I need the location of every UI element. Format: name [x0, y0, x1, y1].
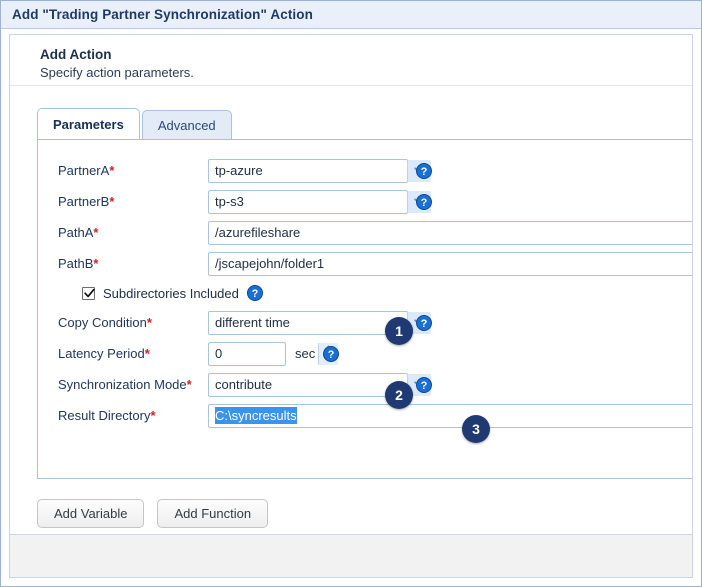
add-function-button[interactable]: Add Function — [157, 499, 269, 528]
svg-text:?: ? — [421, 197, 428, 209]
required-marker: * — [150, 408, 156, 423]
row-path-b: PathB* /jscapejohn/folder1 — [38, 248, 692, 279]
control-partner-a: tp-azure ? — [208, 158, 432, 183]
dialog-title: Add "Trading Partner Synchronization" Ac… — [12, 7, 313, 22]
required-marker: * — [144, 346, 150, 361]
row-partner-b: PartnerB* tp-s3 ? — [38, 186, 692, 217]
label-copy-condition-text: Copy Condition — [58, 315, 147, 330]
label-synchronization-mode-text: Synchronization Mode — [58, 377, 187, 392]
synchronization-mode-select[interactable]: contribute — [208, 372, 408, 397]
label-result-directory: Result Directory* — [38, 408, 208, 423]
row-synchronization-mode: Synchronization Mode* contribute ? — [38, 369, 692, 400]
control-result-directory: C:\syncresults — [208, 403, 692, 428]
label-partner-b: PartnerB* — [38, 194, 208, 209]
callout-badge-2: 2 — [385, 381, 413, 409]
tab-strip: Parameters Advanced — [37, 108, 234, 139]
label-path-a-text: PathA — [58, 225, 94, 240]
required-marker: * — [186, 377, 192, 392]
content-panel: Add Action Specify action parameters. Pa… — [9, 34, 693, 542]
svg-text:?: ? — [421, 166, 428, 178]
svg-text:?: ? — [251, 288, 258, 300]
required-marker: * — [109, 194, 115, 209]
row-path-a: PathA* /azurefileshare — [38, 217, 692, 248]
svg-text:?: ? — [421, 318, 428, 330]
tab-parameters[interactable]: Parameters — [37, 108, 140, 139]
row-partner-a: PartnerA* tp-azure ? — [38, 155, 692, 186]
result-directory-input[interactable]: C:\syncresults — [208, 403, 692, 428]
required-marker: * — [146, 315, 152, 330]
callout-badge-3: 3 — [462, 415, 490, 443]
help-icon[interactable]: ? — [323, 345, 340, 362]
form-action-buttons: Add Variable Add Function — [37, 499, 269, 528]
add-action-dialog: Add "Trading Partner Synchronization" Ac… — [0, 0, 702, 587]
panel-header: Add Action Specify action parameters. — [10, 35, 692, 86]
callout-badge-1: 1 — [385, 317, 413, 345]
help-icon[interactable]: ? — [246, 285, 263, 301]
svg-text:?: ? — [328, 349, 335, 361]
partner-a-select[interactable]: tp-azure — [208, 158, 408, 183]
label-partner-a: PartnerA* — [38, 163, 208, 178]
tab-panel-parameters: PartnerA* tp-azure ? PartnerB* tp-s3 ? P… — [37, 139, 692, 479]
row-result-directory: Result Directory* C:\syncresults — [38, 400, 692, 431]
label-latency-period-text: Latency Period — [58, 346, 145, 361]
label-path-b: PathB* — [38, 256, 208, 271]
help-icon[interactable]: ? — [416, 193, 432, 210]
required-marker: * — [93, 256, 99, 271]
required-marker: * — [93, 225, 99, 240]
row-latency-period: Latency Period* 0 sec ? — [38, 338, 692, 369]
dialog-footer — [9, 534, 693, 578]
label-synchronization-mode: Synchronization Mode* — [38, 377, 208, 392]
latency-period-unit: sec — [295, 346, 316, 361]
control-path-b: /jscapejohn/folder1 — [208, 251, 692, 276]
add-variable-button[interactable]: Add Variable — [37, 499, 145, 528]
dialog-titlebar: Add "Trading Partner Synchronization" Ac… — [1, 1, 701, 29]
help-icon[interactable]: ? — [416, 162, 432, 179]
check-icon — [84, 288, 95, 297]
label-path-a: PathA* — [38, 225, 208, 240]
path-a-input[interactable]: /azurefileshare — [208, 220, 692, 245]
control-latency-period: 0 sec ? — [208, 341, 340, 366]
control-partner-b: tp-s3 ? — [208, 189, 432, 214]
label-partner-b-text: PartnerB — [58, 194, 110, 209]
subdirectories-checkbox[interactable] — [82, 286, 95, 300]
label-copy-condition: Copy Condition* — [38, 315, 208, 330]
label-path-b-text: PathB — [58, 256, 94, 271]
path-b-input[interactable]: /jscapejohn/folder1 — [208, 251, 692, 276]
page-title: Add Action — [40, 47, 112, 62]
help-icon[interactable]: ? — [416, 376, 432, 393]
latency-period-input[interactable]: 0 — [208, 341, 286, 366]
help-icon[interactable]: ? — [416, 314, 432, 331]
result-directory-selected-text: C:\syncresults — [215, 406, 297, 424]
required-marker: * — [109, 163, 115, 178]
label-latency-period: Latency Period* — [38, 346, 208, 361]
row-subdirectories: Subdirectories Included ? — [38, 279, 692, 307]
partner-b-select[interactable]: tp-s3 — [208, 189, 408, 214]
subdirectories-label: Subdirectories Included — [103, 285, 239, 301]
svg-text:?: ? — [421, 380, 428, 392]
parameters-form: PartnerA* tp-azure ? PartnerB* tp-s3 ? P… — [38, 140, 692, 478]
row-copy-condition: Copy Condition* different time ? — [38, 307, 692, 338]
tab-advanced[interactable]: Advanced — [141, 110, 232, 139]
label-result-directory-text: Result Directory — [58, 408, 151, 423]
page-subtitle: Specify action parameters. — [40, 65, 194, 80]
control-path-a: /azurefileshare — [208, 220, 692, 245]
copy-condition-select[interactable]: different time — [208, 310, 408, 335]
label-partner-a-text: PartnerA — [58, 163, 110, 178]
